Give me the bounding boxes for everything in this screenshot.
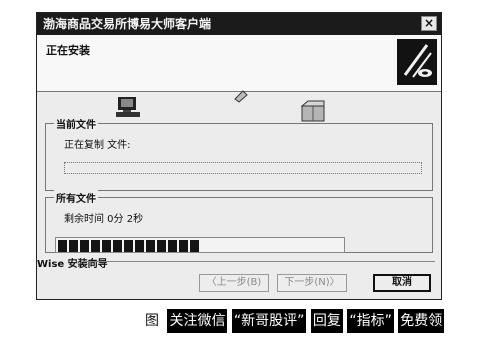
figure-label: 图 <box>145 313 159 329</box>
all-files-label: 所有文件 <box>54 190 98 205</box>
package-icon <box>300 100 325 122</box>
progress-segment <box>58 240 67 252</box>
computer-icon <box>116 97 140 117</box>
wise-installer-brand: Wise 安装向导 <box>37 259 108 270</box>
back-button[interactable]: 〈上一步(B) <box>199 274 269 292</box>
progress-segment <box>91 240 100 252</box>
progress-segment <box>124 240 133 252</box>
progress-segment <box>179 240 188 252</box>
progress-segment <box>157 240 166 252</box>
caption-item: 免费领 <box>398 309 445 333</box>
caption-item: “新哥股评” <box>231 309 307 333</box>
cancel-button[interactable]: 取消 <box>373 274 431 292</box>
caption-item: 关注微信 <box>167 309 228 333</box>
title-bar: 渤海商品交易所博易大师客户端 × <box>37 13 441 35</box>
header-title: 正在安装 <box>46 44 90 57</box>
caption-item: 回复 <box>310 309 343 333</box>
current-file-group: 当前文件 正在复制 文件: <box>45 116 433 191</box>
footer-divider <box>83 261 435 262</box>
close-button[interactable]: × <box>421 16 437 31</box>
figure-caption: 图 关注微信 “新哥股评” 回复 “指标” 免费领 <box>145 309 491 333</box>
overall-progress-bar <box>55 237 345 253</box>
progress-segment <box>102 240 111 252</box>
progress-fill <box>58 240 199 252</box>
window-title: 渤海商品交易所博易大师客户端 <box>43 17 212 31</box>
remaining-time-text: 剩余时间 0分 2秒 <box>64 214 144 225</box>
progress-segment <box>80 240 89 252</box>
progress-segment <box>69 240 78 252</box>
current-file-label: 当前文件 <box>54 116 98 131</box>
flying-file-icon <box>234 90 248 103</box>
progress-segment <box>146 240 155 252</box>
installer-dialog: 渤海商品交易所博易大师客户端 × 正在安装 当前文件 正在复制 文件: 所有文件… <box>36 12 442 300</box>
current-file-path-field <box>64 162 422 174</box>
progress-segment <box>113 240 122 252</box>
progress-segment <box>190 240 199 252</box>
progress-segment <box>135 240 144 252</box>
installer-logo-icon <box>397 39 437 85</box>
progress-segment <box>168 240 177 252</box>
next-button[interactable]: 下一步(N)〉 <box>277 274 347 292</box>
header-panel: 正在安装 <box>37 35 441 92</box>
caption-item: “指标” <box>347 309 394 333</box>
copying-status-text: 正在复制 文件: <box>64 140 131 151</box>
